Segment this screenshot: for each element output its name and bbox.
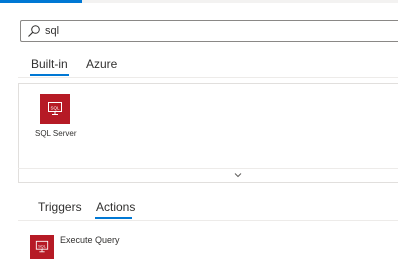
tabs-divider bbox=[18, 220, 398, 221]
action-label: Execute Query bbox=[60, 235, 120, 245]
selected-pane-indicator bbox=[0, 0, 82, 3]
sql-server-icon: SQL bbox=[40, 94, 70, 124]
search-input[interactable] bbox=[45, 23, 385, 39]
tabs-divider bbox=[18, 77, 398, 78]
tab-azure[interactable]: Azure bbox=[86, 57, 117, 71]
connector-label: SQL Server bbox=[35, 129, 77, 138]
tab-triggers[interactable]: Triggers bbox=[38, 200, 82, 214]
expand-collapse-bar[interactable] bbox=[18, 168, 398, 183]
connector-sql-server[interactable]: SQL SQL Server bbox=[33, 94, 83, 142]
tab-built-in[interactable]: Built-in bbox=[31, 57, 68, 71]
action-execute-query[interactable]: SQL Execute Query bbox=[30, 230, 390, 259]
chevron-down-icon bbox=[234, 173, 242, 178]
tab-actions[interactable]: Actions bbox=[96, 200, 135, 214]
search-box[interactable] bbox=[20, 20, 398, 42]
sql-icon-text: SQL bbox=[50, 105, 60, 110]
tab-selected-underline bbox=[95, 217, 132, 219]
search-icon bbox=[28, 25, 40, 37]
sql-icon-text: SQL bbox=[38, 243, 47, 248]
tab-selected-underline bbox=[30, 74, 69, 76]
sql-server-icon: SQL bbox=[30, 235, 54, 259]
